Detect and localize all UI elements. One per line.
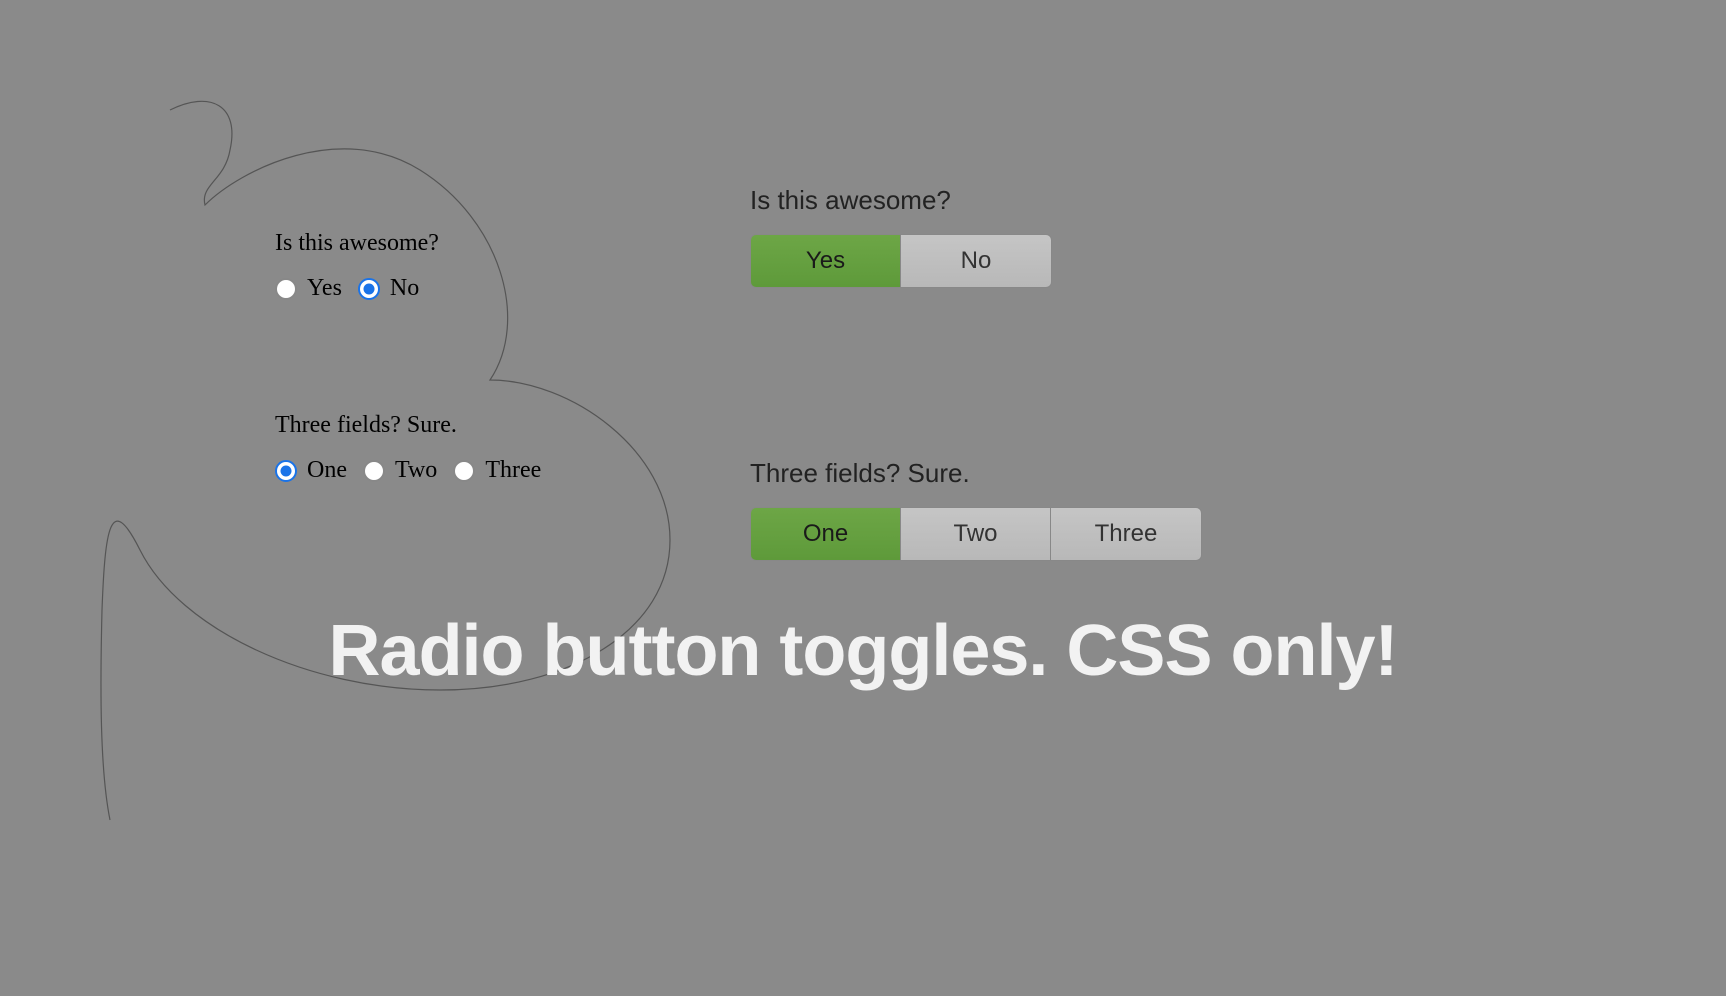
radio-three-native[interactable] bbox=[453, 460, 475, 482]
radio-yes-native[interactable] bbox=[275, 278, 297, 300]
question-awesome-toggle: Is this awesome? bbox=[750, 185, 1202, 216]
radio-label-yes: Yes bbox=[307, 275, 342, 302]
radio-no-native[interactable] bbox=[358, 278, 380, 300]
question-threefields-native: Three fields? Sure. bbox=[275, 412, 547, 439]
toggle-group-threefields: One Two Three bbox=[750, 507, 1202, 561]
radio-label-no: No bbox=[390, 275, 419, 302]
native-group-awesome: Is this awesome? Yes No bbox=[275, 230, 547, 302]
question-threefields-toggle: Three fields? Sure. bbox=[750, 458, 1202, 489]
hero-title: Radio button toggles. CSS only! bbox=[0, 610, 1726, 692]
toggle-three[interactable]: Three bbox=[1051, 508, 1201, 560]
native-radio-column: Is this awesome? Yes No Three fields? Su… bbox=[275, 230, 547, 484]
radio-row-threefields: One Two Three bbox=[275, 457, 547, 484]
toggle-group-awesome-wrap: Is this awesome? Yes No bbox=[750, 185, 1202, 288]
toggle-no[interactable]: No bbox=[901, 235, 1051, 287]
toggle-yes[interactable]: Yes bbox=[751, 235, 901, 287]
content-area: Is this awesome? Yes No Three fields? Su… bbox=[0, 0, 1726, 996]
radio-label-two: Two bbox=[395, 457, 437, 484]
toggle-group-threefields-wrap: Three fields? Sure. One Two Three bbox=[750, 458, 1202, 561]
question-awesome-native: Is this awesome? bbox=[275, 230, 547, 257]
native-group-threefields: Three fields? Sure. One Two Three bbox=[275, 412, 547, 484]
radio-one-native[interactable] bbox=[275, 460, 297, 482]
radio-row-awesome: Yes No bbox=[275, 275, 547, 302]
radio-two-native[interactable] bbox=[363, 460, 385, 482]
toggle-one[interactable]: One bbox=[751, 508, 901, 560]
toggle-group-awesome: Yes No bbox=[750, 234, 1052, 288]
toggle-column: Is this awesome? Yes No Three fields? Su… bbox=[750, 185, 1202, 561]
toggle-two[interactable]: Two bbox=[901, 508, 1051, 560]
radio-label-three: Three bbox=[485, 457, 541, 484]
radio-label-one: One bbox=[307, 457, 347, 484]
